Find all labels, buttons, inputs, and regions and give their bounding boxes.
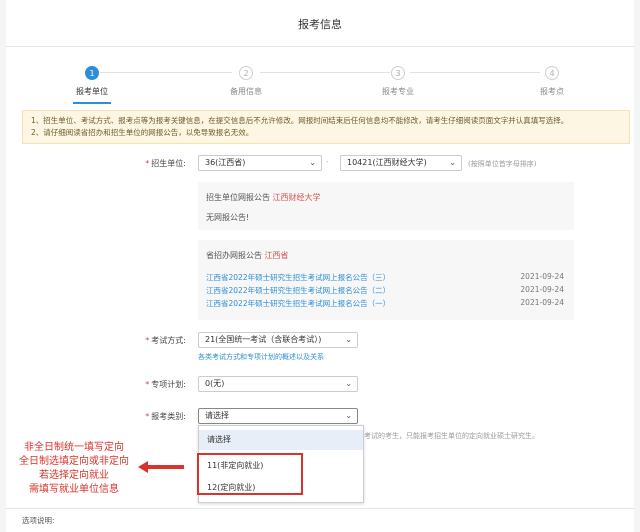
exam-mode-select[interactable]: 21(全国统一考试（含联合考试）) ⌄ xyxy=(198,332,358,348)
notice-line: 2、请仔细阅读省招办和招生单位的网报公告，以免导致报名无效。 xyxy=(31,128,254,137)
announcement-date: 2021-09-24 xyxy=(520,298,564,307)
step-major: 3 报考专业 xyxy=(358,66,438,97)
unit-row: * 招生单位: 36(江西省) ⌄ - 10421(江西财经大学) ⌄ (按照单位首字… xyxy=(6,155,634,173)
notice-box: 1、招生单位、考试方式、报考点等为报考关键信息，在提交信息后不允许修改。网报时间… xyxy=(22,110,630,144)
notice-line: 1、招生单位、考试方式、报考点等为报考关键信息，在提交信息后不允许修改。网报时间… xyxy=(31,116,569,125)
announcement-link[interactable]: 江西省2022年硕士研究生招生考试网上报名公告（一） xyxy=(206,298,390,309)
chevron-down-icon: ⌄ xyxy=(345,379,352,388)
annotation-line: 非全日制统一填写定向 xyxy=(24,442,124,453)
special-plan-label: * 专项计划: xyxy=(145,380,186,389)
step-active-underline xyxy=(73,102,111,104)
unit-notice-school-link[interactable]: 江西财经大学 xyxy=(273,193,321,202)
header-divider xyxy=(6,46,634,47)
dropdown-option[interactable]: 请选择 xyxy=(199,430,363,450)
unit-separator: - xyxy=(326,158,329,166)
chevron-down-icon: ⌄ xyxy=(345,335,352,344)
province-notice-panel: 省招办网报公告 江西省 江西省2022年硕士研究生招生考试网上报名公告（三） 2… xyxy=(198,240,574,320)
annotation-text: 非全日制统一填写定向 全日制选填定向或非定向 若选择定向就业 需填写就业单位信息 xyxy=(4,441,144,497)
unit-hint: (按照单位首字母排序) xyxy=(468,160,537,168)
highlight-box xyxy=(197,453,303,495)
footer-divider xyxy=(6,508,634,509)
unit-label: * 招生单位: xyxy=(145,159,186,168)
exam-mode-help-link[interactable]: 各类考试方式和专项计划的概述以及关系 xyxy=(198,352,324,362)
chevron-down-icon: ⌄ xyxy=(345,411,352,420)
category-select[interactable]: 请选择 ⌄ xyxy=(198,408,358,424)
school-select[interactable]: 10421(江西财经大学) ⌄ xyxy=(340,155,462,171)
annotation-arrow-icon xyxy=(138,461,184,473)
chevron-down-icon: ⌄ xyxy=(309,158,316,167)
step-indicator: 1 报考单位 2 备用信息 3 报考专业 4 报考点 xyxy=(6,58,634,104)
annotation-line: 需填写就业单位信息 xyxy=(29,484,119,495)
announcement-link[interactable]: 江西省2022年硕士研究生招生考试网上报名公告（二） xyxy=(206,285,390,296)
unit-notice-body: 无网报公告! xyxy=(206,213,250,222)
step-number: 1 xyxy=(85,66,99,80)
unit-notice-title: 招生单位网报公告 江西财经大学 xyxy=(206,193,321,202)
annotation-line: 若选择定向就业 xyxy=(39,470,109,481)
step-label: 报考单位 xyxy=(76,87,108,96)
announcement-link[interactable]: 江西省2022年硕士研究生招生考试网上报名公告（三） xyxy=(206,272,390,283)
page-title: 报考信息 xyxy=(298,18,342,31)
special-plan-select[interactable]: 0(无) ⌄ xyxy=(198,376,358,392)
chevron-down-icon: ⌄ xyxy=(449,158,456,167)
special-plan-row: * 专项计划: 0(无) ⌄ xyxy=(6,376,634,394)
category-hint: 考试的考生，只能报考招生单位的定向就业硕士研究生。 xyxy=(364,432,539,440)
province-select[interactable]: 36(江西省) ⌄ xyxy=(198,155,322,171)
step-label: 备用信息 xyxy=(230,87,262,96)
unit-notice-panel: 招生单位网报公告 江西财经大学 无网报公告! xyxy=(198,182,574,230)
step-exam-site: 4 报考点 xyxy=(512,66,592,97)
exam-mode-row: * 考试方式: 21(全国统一考试（含联合考试）) ⌄ 各类考试方式和专项计划的概述… xyxy=(6,332,634,364)
step-number: 4 xyxy=(545,66,559,80)
step-unit: 1 报考单位 xyxy=(52,66,132,104)
announcement-date: 2021-09-24 xyxy=(520,272,564,281)
category-row: * 报考类别: 请选择 ⌄ xyxy=(6,408,634,426)
options-note-label: 选项说明: xyxy=(22,516,55,525)
province-notice-link[interactable]: 江西省 xyxy=(265,251,289,260)
exam-mode-label: * 考试方式: xyxy=(145,336,186,345)
step-label: 报考点 xyxy=(540,87,564,96)
category-label: * 报考类别: xyxy=(145,412,186,421)
step-number: 3 xyxy=(391,66,405,80)
annotation-line: 全日制选填定向或非定向 xyxy=(19,456,129,467)
step-label: 报考专业 xyxy=(382,87,414,96)
province-notice-title: 省招办网报公告 江西省 xyxy=(206,251,289,260)
step-number: 2 xyxy=(239,66,253,80)
announcement-date: 2021-09-24 xyxy=(520,285,564,294)
step-backup: 2 备用信息 xyxy=(206,66,286,97)
